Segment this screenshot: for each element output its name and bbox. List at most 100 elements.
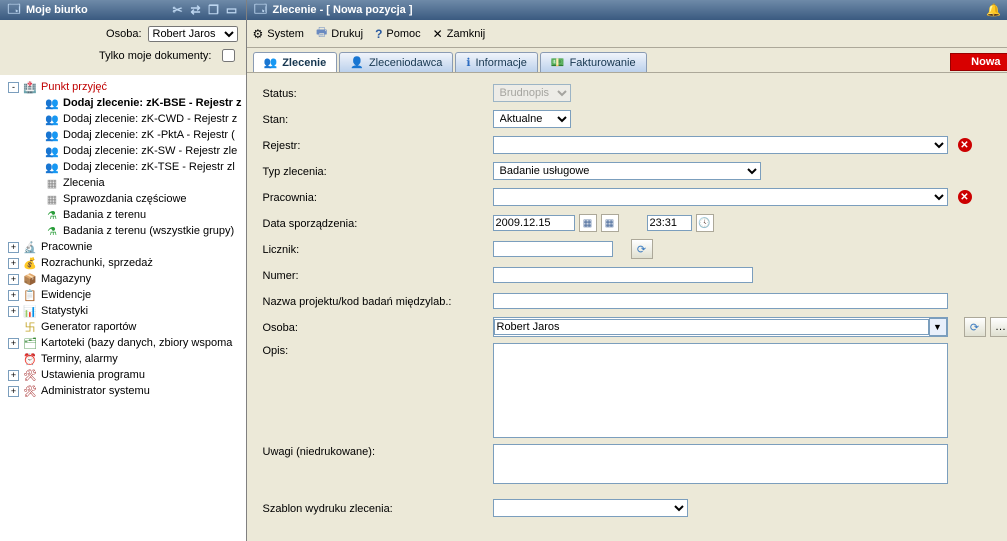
typ-select[interactable]: Badanie usługowe	[493, 162, 761, 180]
numer-input[interactable]	[493, 267, 753, 283]
refresh-counter-button[interactable]: ⟳	[631, 239, 653, 259]
date-input[interactable]	[493, 215, 575, 231]
menu-pomoc[interactable]: ?Pomoc	[375, 27, 421, 41]
osoba-filter-select[interactable]: Robert Jaros	[148, 26, 238, 42]
scissors-icon[interactable]: ✂	[170, 2, 186, 18]
form-area: Status: Brudnopis Stan: Aktualne Rejestr…	[247, 72, 1007, 541]
window-icon: 🗔	[253, 2, 269, 18]
osoba-browse-button[interactable]: …	[990, 317, 1007, 337]
expand-toggle[interactable]: +	[8, 242, 19, 253]
menu-zamknij[interactable]: ✕Zamknij	[433, 27, 486, 41]
expand-toggle[interactable]: +	[8, 274, 19, 285]
tree-label: Kartoteki (bazy danych, zbiory wspoma	[41, 337, 232, 349]
tree-node[interactable]: ▦Sprawozdania częściowe	[0, 191, 246, 207]
calendar-icon[interactable]: ▦	[579, 214, 597, 232]
tree-node[interactable]: +🔬Pracownie	[0, 239, 246, 255]
tree-label: Pracownie	[41, 241, 92, 253]
tree-node[interactable]: ⚗Badania z terenu	[0, 207, 246, 223]
refresh-osoba-button[interactable]: ⟳	[964, 317, 986, 337]
tree-icon: 📊	[22, 304, 38, 318]
menu-drukuj[interactable]: 🖶Drukuj	[316, 23, 363, 44]
tree-icon: 🔬	[22, 240, 38, 254]
pracownia-select[interactable]	[493, 188, 948, 206]
expand-toggle[interactable]: +	[8, 386, 19, 397]
osoba-input[interactable]	[494, 319, 929, 335]
tree-node[interactable]: -🏥Punkt przyjęć	[0, 79, 246, 95]
tree-node[interactable]: 👥Dodaj zlecenie: zK-CWD - Rejestr z	[0, 111, 246, 127]
opis-textarea[interactable]	[493, 343, 948, 438]
expand-toggle[interactable]: +	[8, 338, 19, 349]
bell-icon[interactable]: 🔔	[986, 2, 1002, 18]
tree-icon: 💰	[22, 256, 38, 270]
uwagi-textarea[interactable]	[493, 444, 948, 484]
tree-node[interactable]: +📊Statystyki	[0, 303, 246, 319]
tree-node[interactable]: ▦Zlecenia	[0, 175, 246, 191]
tab-fakturowanie[interactable]: 💵Fakturowanie	[540, 52, 647, 72]
rejestr-select[interactable]	[493, 136, 948, 154]
tree-label: Statystyki	[41, 305, 88, 317]
clock-icon[interactable]: 🕓	[696, 214, 714, 232]
error-icon: ✕	[958, 138, 972, 152]
menu-system[interactable]: ⚙System	[253, 27, 304, 41]
osoba-filter-label: Osoba:	[106, 28, 141, 40]
tree-icon: 🛠	[22, 384, 38, 398]
licznik-input[interactable]	[493, 241, 613, 257]
tree-node[interactable]: 👥Dodaj zlecenie: zK-TSE - Rejestr zl	[0, 159, 246, 175]
tree-node[interactable]: 👥Dodaj zlecenie: zK -PktA - Rejestr (	[0, 127, 246, 143]
left-title: Moje biurko	[26, 4, 88, 16]
nazwa-input[interactable]	[493, 293, 948, 309]
tree-node[interactable]: ⚗Badania z terenu (wszystkie grupy)	[0, 223, 246, 239]
tree-label: Terminy, alarmy	[41, 353, 118, 365]
people-icon: 👥	[264, 56, 278, 69]
copy-icon[interactable]: ❐	[206, 2, 222, 18]
tree-icon: 🗂	[22, 336, 38, 350]
link-icon[interactable]: ⇄	[188, 2, 204, 18]
client-icon: 👤	[350, 56, 364, 69]
stan-select[interactable]: Aktualne	[493, 110, 571, 128]
tree-node[interactable]: +🛠Administrator systemu	[0, 383, 246, 399]
tree-icon: 🛠	[22, 368, 38, 382]
tree-label: Rozrachunki, sprzedaż	[41, 257, 153, 269]
expand-toggle[interactable]: +	[8, 306, 19, 317]
tab-zlecenie[interactable]: 👥Zlecenie	[253, 52, 338, 72]
expand-toggle[interactable]: +	[8, 258, 19, 269]
tree-node[interactable]: +📋Ewidencje	[0, 287, 246, 303]
only-mine-checkbox[interactable]	[222, 49, 235, 62]
tree-node[interactable]: 👥Dodaj zlecenie: zK-BSE - Rejestr z	[0, 95, 246, 111]
expand-toggle[interactable]: +	[8, 290, 19, 301]
tree-node[interactable]: 👥Dodaj zlecenie: zK-SW - Rejestr zle	[0, 143, 246, 159]
tab-zleceniodawca[interactable]: 👤Zleceniodawca	[339, 52, 453, 72]
tree-icon: ⏰	[22, 352, 38, 366]
minimize-icon[interactable]: ▭	[224, 2, 240, 18]
data-label: Data sporządzenia:	[263, 216, 493, 230]
licznik-label: Licznik:	[263, 242, 493, 256]
expand-toggle[interactable]: +	[8, 370, 19, 381]
osoba-dropdown-button[interactable]: ▼	[929, 318, 947, 336]
tree-node[interactable]: 卐Generator raportów	[0, 319, 246, 335]
tree-node[interactable]: +💰Rozrachunki, sprzedaż	[0, 255, 246, 271]
tree-label: Badania z terenu	[63, 209, 146, 221]
tree-label: Dodaj zlecenie: zK-BSE - Rejestr z	[63, 97, 242, 109]
printer-icon: 🖶	[316, 23, 327, 44]
tab-informacje[interactable]: ℹInformacje	[455, 52, 538, 72]
time-input[interactable]	[647, 215, 692, 231]
nowa-button[interactable]: Nowa	[950, 53, 1007, 71]
szablon-select[interactable]	[493, 499, 688, 517]
tree-view[interactable]: -🏥Punkt przyjęć👥Dodaj zlecenie: zK-BSE -…	[0, 75, 246, 541]
calendar-icon-2[interactable]: ▦	[601, 214, 619, 232]
expand-toggle[interactable]: -	[8, 82, 19, 93]
tree-node[interactable]: +🗂Kartoteki (bazy danych, zbiory wspoma	[0, 335, 246, 351]
tree-icon: 卐	[22, 320, 38, 334]
right-header: 🗔 Zlecenie - [ Nowa pozycja ] 🔔 ▭	[247, 0, 1007, 20]
tree-icon: 👥	[44, 144, 60, 158]
tree-label: Dodaj zlecenie: zK-SW - Rejestr zle	[63, 145, 237, 157]
tree-node[interactable]: +🛠Ustawienia programu	[0, 367, 246, 383]
opis-label: Opis:	[263, 343, 493, 357]
tree-node[interactable]: +📦Magazyny	[0, 271, 246, 287]
right-panel: 🗔 Zlecenie - [ Nowa pozycja ] 🔔 ▭ ⚙Syste…	[247, 0, 1007, 541]
tree-node[interactable]: ⏰Terminy, alarmy	[0, 351, 246, 367]
stan-label: Stan:	[263, 112, 493, 126]
tree-label: Dodaj zlecenie: zK-CWD - Rejestr z	[63, 113, 237, 125]
left-panel: 🗔 Moje biurko ✂ ⇄ ❐ ▭ Osoba: Robert Jaro…	[0, 0, 247, 541]
typ-label: Typ zlecenia:	[263, 164, 493, 178]
